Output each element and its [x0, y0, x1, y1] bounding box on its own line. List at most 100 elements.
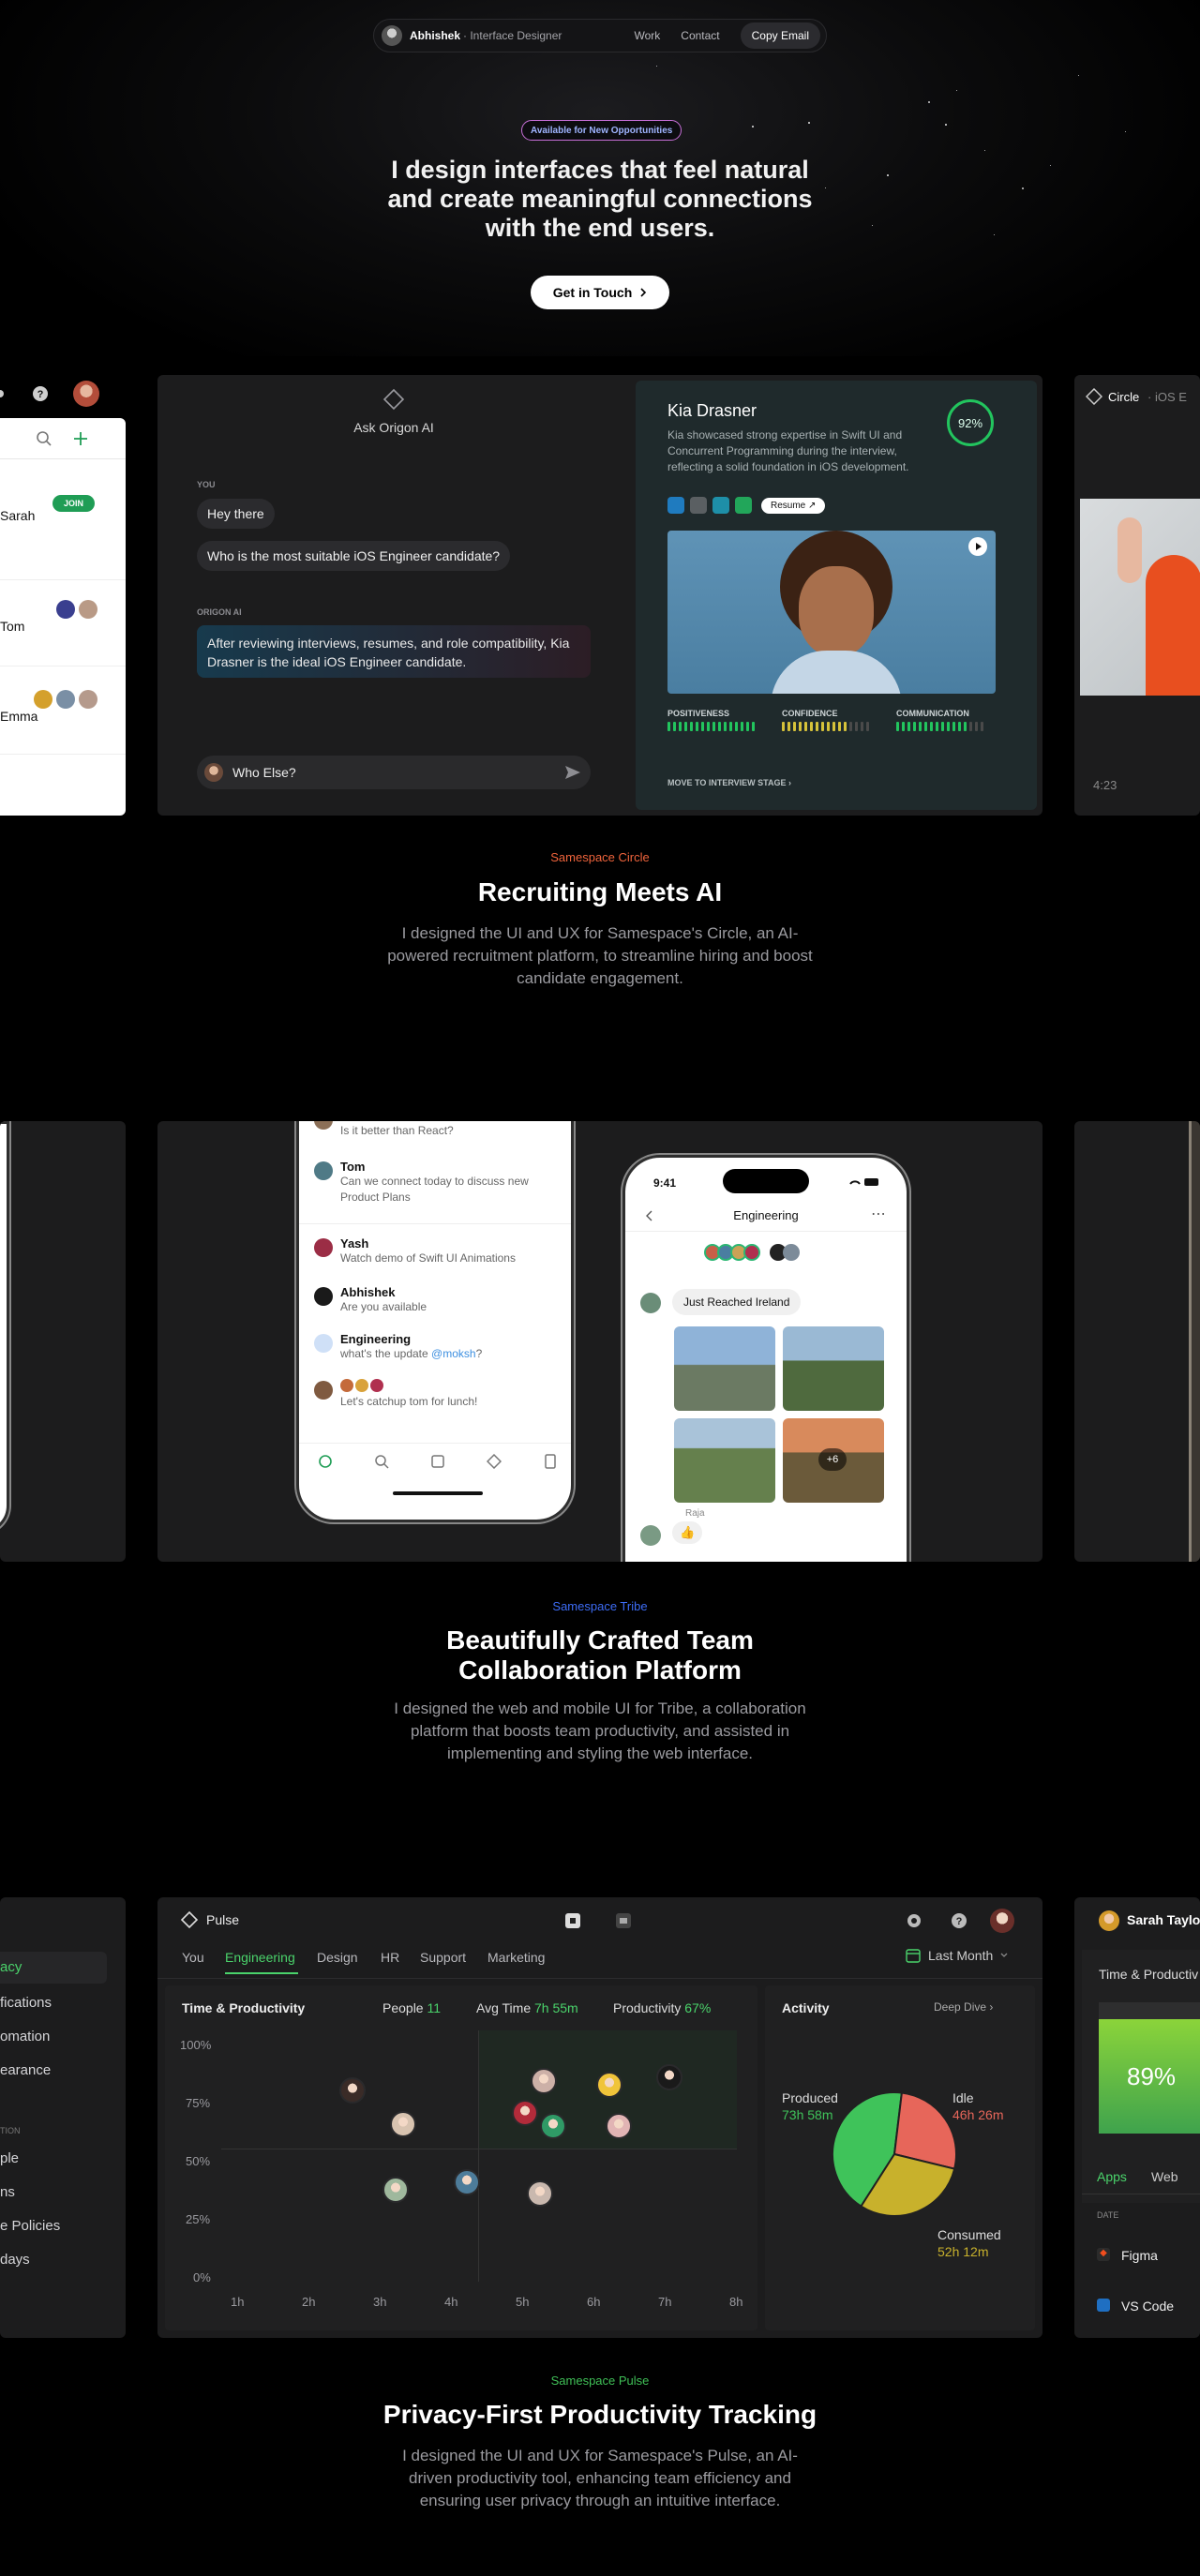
diamond-icon[interactable] — [487, 1454, 502, 1469]
ai-label: ORIGON AI — [197, 607, 242, 617]
resume-button[interactable]: Resume ↗ — [761, 497, 826, 514]
ask-input-value[interactable]: Who Else? — [232, 765, 296, 780]
mail-icon[interactable] — [735, 497, 752, 514]
dynamic-island — [723, 1169, 809, 1193]
app-name: Pulse — [206, 1912, 240, 1927]
sidebar-item[interactable]: acy — [0, 1959, 22, 1975]
add-icon[interactable] — [71, 429, 90, 448]
sidebar-item[interactable]: earance — [0, 2062, 51, 2078]
tab-hr[interactable]: HR — [381, 1950, 399, 1965]
nav-link-work[interactable]: Work — [635, 29, 661, 42]
list-item[interactable]: Let's catchup tom for lunch! — [314, 1379, 558, 1410]
tab-apps[interactable]: Apps — [1097, 2169, 1127, 2184]
list-item[interactable]: Yash Watch demo of Swift UI Animations — [314, 1236, 558, 1266]
scatter-point-avatar[interactable] — [512, 2100, 538, 2126]
y-tick: 50% — [186, 2154, 211, 2168]
ask-input[interactable]: Who Else? — [197, 756, 591, 789]
sidebar-item[interactable]: ns — [0, 2184, 15, 2200]
candidate-video[interactable] — [668, 531, 996, 694]
list-item[interactable]: Sarah JOIN — [0, 495, 126, 527]
home-icon[interactable] — [318, 1454, 333, 1469]
avatar[interactable] — [382, 25, 402, 46]
sidebar-item[interactable]: days — [0, 2252, 30, 2268]
hero-title-line: I design interfaces that feel natural — [391, 156, 809, 184]
list-item[interactable]: Engineering what's the update @moksh? — [314, 1332, 558, 1362]
tab-support[interactable]: Support — [420, 1950, 466, 1965]
scatter-point-avatar[interactable] — [540, 2113, 566, 2139]
tab-design[interactable]: Design — [317, 1950, 358, 1965]
y-tick: 100% — [180, 2038, 212, 2052]
sidebar-item[interactable]: omation — [0, 2029, 50, 2044]
photo-thumbnail[interactable] — [674, 1418, 775, 1503]
star — [1022, 187, 1024, 189]
get-in-touch-button[interactable]: Get in Touch — [531, 276, 669, 309]
more-photos-badge[interactable]: +6 — [818, 1448, 847, 1471]
metric-bar — [849, 722, 852, 731]
metric-bar — [718, 722, 721, 731]
list-item[interactable]: Abhishek Are you available — [314, 1285, 558, 1315]
send-icon[interactable] — [564, 765, 581, 780]
list-item[interactable]: ShaileshIs it better than React? — [314, 1121, 558, 1139]
hero-title: I design interfaces that feel natural an… — [319, 156, 881, 243]
scatter-point-avatar[interactable] — [596, 2072, 622, 2098]
move-to-interview-button[interactable]: MOVE TO INTERVIEW STAGE › — [668, 778, 791, 787]
nav-link-contact[interactable]: Contact — [681, 29, 719, 42]
photo-thumbnail[interactable] — [674, 1326, 775, 1411]
scatter-point-avatar[interactable] — [531, 2068, 557, 2094]
list-item[interactable]: Emma — [0, 686, 126, 724]
search-icon[interactable] — [36, 430, 52, 447]
gear-icon[interactable] — [906, 1912, 922, 1929]
web-icon[interactable] — [712, 497, 729, 514]
calendar-icon[interactable] — [615, 1912, 632, 1929]
list-item[interactable]: Tom Can we connect today to discuss new P… — [314, 1160, 558, 1206]
mention[interactable]: @moksh — [431, 1347, 476, 1360]
star — [928, 101, 930, 103]
scatter-point-avatar[interactable] — [527, 2180, 553, 2207]
sidebar-item[interactable]: fications — [0, 1995, 52, 2011]
metric-bar — [735, 722, 738, 731]
scatter-point-avatar[interactable] — [454, 2169, 480, 2195]
tab-marketing[interactable]: Marketing — [488, 1950, 545, 1965]
photo-thumbnail[interactable] — [783, 1326, 884, 1411]
scatter-point-avatar[interactable] — [606, 2113, 632, 2139]
linkedin-icon[interactable] — [668, 497, 684, 514]
copy-email-button[interactable]: Copy Email — [740, 22, 820, 49]
puzzle-icon[interactable] — [564, 1912, 581, 1929]
sidebar-item[interactable]: e Policies — [0, 2218, 60, 2234]
chat-title: Engineering — [733, 1208, 799, 1222]
chat-name: Abhishek — [340, 1285, 396, 1299]
more-icon[interactable]: ⋯ — [871, 1205, 886, 1223]
metric-bar — [746, 722, 749, 731]
chat-name: Yash — [340, 1236, 369, 1251]
help-icon[interactable]: ? — [951, 1912, 968, 1929]
compose-icon[interactable] — [430, 1454, 445, 1469]
photo-thumbnail[interactable]: +6 — [783, 1418, 884, 1503]
tab-you[interactable]: You — [182, 1950, 204, 1965]
avatar — [340, 1379, 353, 1392]
help-icon[interactable]: ? — [32, 385, 49, 402]
range-select[interactable]: Last Month — [906, 1948, 1008, 1963]
scatter-point-avatar[interactable] — [656, 2064, 682, 2090]
play-icon[interactable] — [968, 536, 988, 557]
notes-icon[interactable] — [543, 1454, 558, 1469]
avatar[interactable] — [990, 1909, 1014, 1933]
nav-role: · Interface Designer — [463, 29, 562, 42]
avatar — [640, 1293, 661, 1313]
tab-web[interactable]: Web — [1151, 2169, 1178, 2184]
x-icon[interactable] — [690, 497, 707, 514]
active-tab-indicator — [225, 1972, 298, 1974]
sidebar-item[interactable]: ple — [0, 2150, 19, 2166]
deep-dive-link[interactable]: Deep Dive › — [934, 2000, 993, 2014]
scatter-point-avatar[interactable] — [390, 2111, 416, 2137]
scatter-point-avatar[interactable] — [382, 2177, 409, 2203]
list-item[interactable]: Tom — [0, 596, 126, 634]
join-button[interactable]: JOIN — [52, 495, 96, 512]
metric-bar — [712, 722, 715, 731]
scatter-point-avatar[interactable] — [339, 2077, 366, 2104]
avatar[interactable] — [73, 381, 99, 407]
tab-engineering[interactable]: Engineering — [225, 1950, 295, 1965]
card-title: Activity — [782, 2000, 830, 2015]
chat-name: Engineering — [340, 1332, 412, 1346]
stat-value: 11 — [427, 2000, 442, 2015]
search-icon[interactable] — [374, 1454, 389, 1469]
